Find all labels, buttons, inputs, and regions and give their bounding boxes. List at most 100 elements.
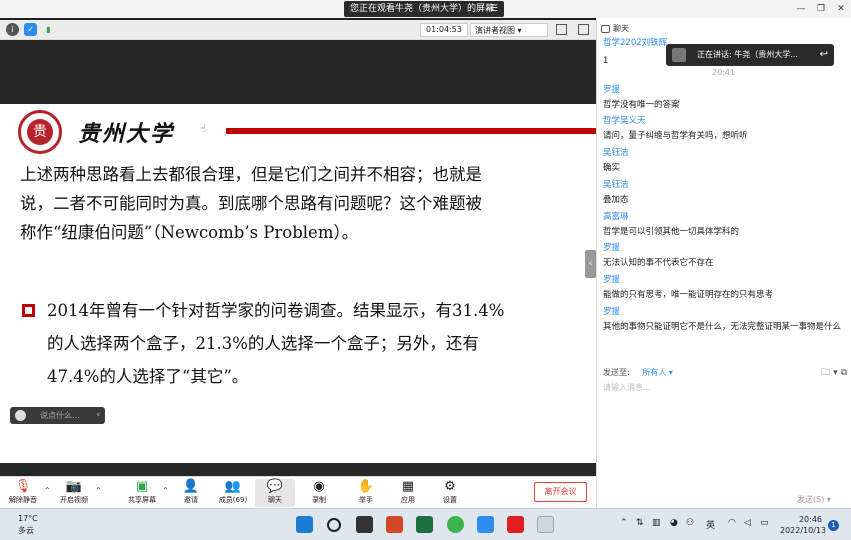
- mute-button[interactable]: 🎙 解除静音: [3, 479, 43, 505]
- send-button[interactable]: 发送(S) ▾: [797, 494, 831, 505]
- close-icon[interactable]: ✕: [831, 0, 851, 18]
- chat-input[interactable]: 请输入消息...: [603, 382, 651, 393]
- clock-date: 2022/10/13: [780, 526, 827, 535]
- menu-icon[interactable]: ☰: [490, 1, 498, 17]
- chat-message-list[interactable]: 哲学2202刘铁辉 1 罗援 哲学没有唯一的答案 哲学吴义天 请问，量子纠缠与哲…: [603, 38, 847, 335]
- meeting-toolbar: 🎙 解除静音 ⌃ 📷 开启视频 ⌃ ▣ 共享屏幕 ⌃ 👤 邀请 👥 成员(69)…: [0, 476, 596, 508]
- message-time-label: 20:41: [712, 68, 736, 77]
- file-icon[interactable]: 🗀: [821, 368, 830, 378]
- message-text: 叠加态: [603, 194, 629, 205]
- send-label: 发送(S): [797, 495, 825, 504]
- chat-icon: 💬: [266, 479, 284, 494]
- meeting-info-bar: i ✓ ▮ 01:04:53 演讲者视图 ▾: [0, 20, 596, 40]
- paragraph-1-line-1: 上述两种思路看上去都很合理，但是它们之间并不相容；也就是: [20, 165, 482, 184]
- chevron-left-icon[interactable]: ‹: [96, 407, 100, 424]
- quick-chat-input[interactable]: 说点什么... ‹: [10, 407, 105, 424]
- ime-icon[interactable]: ⚇: [686, 518, 694, 528]
- list-item: 罗援 其他的事物只能证明它不是什么，无法完整证明某一事物是什么: [603, 304, 847, 336]
- ime-language[interactable]: 英: [706, 518, 715, 531]
- active-speaker-indicator: 正在讲话: 牛尧（贵州大学... ↩: [666, 44, 834, 66]
- task-view-icon[interactable]: [356, 516, 373, 533]
- minimize-icon[interactable]: —: [791, 0, 811, 18]
- chevron-up-icon[interactable]: ⌃: [162, 486, 169, 495]
- list-item: 罗援 无法认知的事不代表它不存在: [603, 240, 847, 272]
- send-to-label: 发送至:: [603, 368, 630, 377]
- list-item: 吴钰洁 叠加态: [603, 177, 847, 209]
- screenshot-icon[interactable]: ⧉: [841, 368, 847, 378]
- avatar: [672, 48, 686, 62]
- meter-icon[interactable]: ▥: [652, 518, 661, 528]
- record-label: 录制: [312, 496, 326, 504]
- fullscreen-icon[interactable]: [556, 24, 567, 35]
- layout-icon[interactable]: [578, 24, 589, 35]
- record-button[interactable]: ◉ 录制: [299, 479, 339, 505]
- video-label: 开启视频: [60, 496, 88, 504]
- invite-button[interactable]: 👤 邀请: [171, 479, 211, 505]
- members-button[interactable]: 👥 成员(69): [213, 479, 253, 505]
- reply-icon[interactable]: ↩: [820, 44, 828, 66]
- header-red-bar: [226, 128, 596, 134]
- tray-chevron-icon[interactable]: ⌃: [620, 518, 628, 528]
- qq-icon[interactable]: ◕: [670, 518, 678, 528]
- cursor-icon: ☝: [200, 124, 207, 135]
- paragraph-2-line-3: 47.4%的人选择了“其它”。: [47, 367, 249, 386]
- raise-hand-label: 举手: [359, 496, 373, 504]
- message-sender: 哲学吴义天: [603, 116, 646, 127]
- chat-button[interactable]: 💬 聊天: [255, 479, 295, 507]
- share-screen-button[interactable]: ▣ 共享屏幕: [122, 479, 162, 505]
- snipping-tool-icon[interactable]: [537, 516, 554, 533]
- wps-icon[interactable]: [507, 516, 524, 533]
- volume-icon[interactable]: ◁: [744, 518, 751, 528]
- shield-icon[interactable]: ✓: [24, 23, 37, 36]
- paragraph-2-line-2: 的人选择两个盒子，21.3%的人选择一个盒子；另外，还有: [47, 334, 479, 353]
- university-name: 贵州大学: [78, 121, 175, 147]
- chevron-down-icon[interactable]: ▾: [827, 495, 831, 504]
- network-icon[interactable]: ⇅: [636, 518, 644, 528]
- apps-label: 应用: [401, 496, 415, 504]
- message-text: 哲学没有唯一的答案: [603, 99, 680, 110]
- raise-hand-button[interactable]: ✋ 举手: [346, 479, 386, 505]
- screen: 您正在观看牛尧（贵州大学）的屏幕 ☰ — ❐ ✕ i ✓ ▮ 01:04:53 …: [0, 0, 851, 540]
- logo-emblem: 贵: [27, 119, 53, 145]
- chevron-up-icon[interactable]: ⌃: [95, 486, 102, 495]
- temperature: 17°C: [18, 514, 38, 523]
- search-icon[interactable]: [327, 518, 341, 532]
- notification-badge[interactable]: 1: [828, 520, 839, 531]
- meeting-app-icon[interactable]: [477, 516, 494, 533]
- view-mode-button[interactable]: 演讲者视图 ▾: [470, 23, 548, 37]
- members-label: 成员(69): [218, 496, 248, 504]
- list-item: 高富琳 哲学是可以引领其他一切具体学科的: [603, 209, 847, 241]
- share-notice-pill[interactable]: 您正在观看牛尧（贵州大学）的屏幕 ☰: [344, 1, 504, 17]
- mute-label: 解除静音: [9, 496, 37, 504]
- info-icon[interactable]: i: [6, 23, 19, 36]
- send-to-dropdown[interactable]: 所有人 ▾: [642, 368, 673, 377]
- weather-widget[interactable]: 17°C 多云: [18, 513, 38, 537]
- leave-meeting-button[interactable]: 离开会议: [534, 482, 587, 502]
- excel-icon[interactable]: [416, 516, 433, 533]
- mic-off-icon: 🎙: [14, 479, 32, 494]
- add-user-icon: 👤: [182, 479, 200, 494]
- signal-icon[interactable]: ▮: [42, 23, 55, 36]
- settings-button[interactable]: ⚙ 设置: [430, 479, 470, 505]
- window-controls: — ❐ ✕: [791, 0, 851, 18]
- clock[interactable]: 20:46 2022/10/13: [780, 514, 827, 536]
- paragraph-1-line-3: 称作“纽康伯问题”（Newcomb’s Problem）。: [20, 223, 359, 242]
- battery-icon[interactable]: ▭: [760, 518, 769, 528]
- chevron-down-icon[interactable]: ▾: [833, 368, 838, 378]
- wifi-icon[interactable]: ◠: [728, 518, 736, 528]
- video-button[interactable]: 📷 开启视频: [54, 479, 94, 505]
- settings-label: 设置: [443, 496, 457, 504]
- chat-header: 聊天: [597, 20, 851, 38]
- message-text: 确实: [603, 163, 621, 174]
- chat-panel: 聊天 ‹ 哲学2202刘铁辉 1 罗援 哲学没有唯一的答案 哲学吴义天 请问，量…: [585, 18, 851, 508]
- start-icon[interactable]: [296, 516, 313, 533]
- powerpoint-icon[interactable]: [386, 516, 403, 533]
- collapse-panel-handle[interactable]: ‹: [585, 250, 596, 278]
- apps-button[interactable]: ▦ 应用: [388, 479, 428, 505]
- chevron-up-icon[interactable]: ⌃: [44, 486, 51, 495]
- restore-icon[interactable]: ❐: [811, 0, 831, 18]
- paragraph-1-line-2: 说，二者不可能同时为真。到底哪个思路有问题呢？这个难题被: [20, 194, 482, 213]
- list-item: 哲学吴义天 请问，量子纠缠与哲学有关吗，想听听: [603, 113, 847, 145]
- emoji-icon[interactable]: [15, 410, 26, 421]
- browser-icon[interactable]: [447, 516, 464, 533]
